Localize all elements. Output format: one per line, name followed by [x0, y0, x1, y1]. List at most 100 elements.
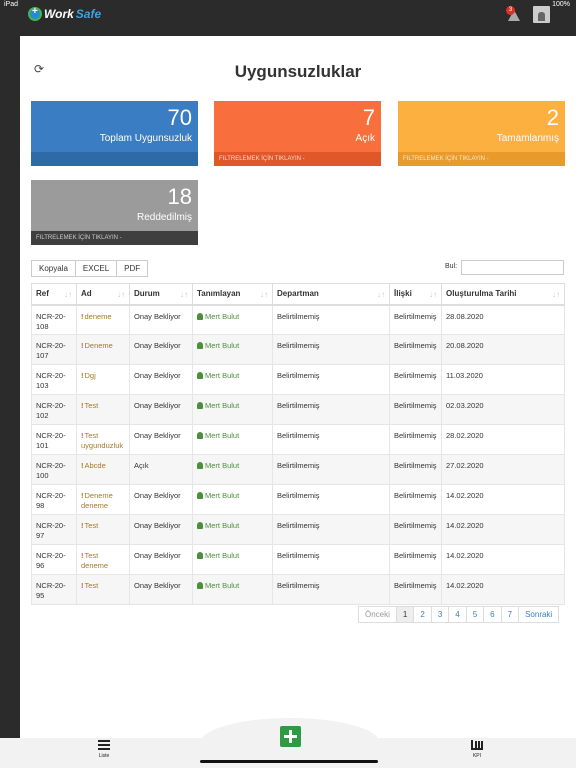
tab-liste[interactable]: Liste [94, 740, 114, 759]
excel-button[interactable]: EXCEL [74, 260, 118, 277]
cell-tanimlayan[interactable]: Mert Bulut [192, 394, 273, 425]
page-button-7[interactable]: 7 [500, 606, 520, 623]
pdf-button[interactable]: PDF [116, 260, 149, 277]
col-iliski[interactable]: İlişki ↓↑ [389, 283, 442, 306]
identifier-name[interactable]: Mert Bulut [205, 371, 239, 380]
search-input[interactable] [461, 260, 564, 275]
search-label: Bul: [445, 263, 458, 270]
add-button[interactable] [280, 726, 301, 747]
identifier-name[interactable]: Mert Bulut [205, 521, 239, 530]
cell-departman: Belirtilmemiş [272, 544, 390, 575]
card-total[interactable]: 70 Toplam Uygunsuzluk [31, 101, 198, 166]
cell-tanimlayan[interactable]: Mert Bulut [192, 364, 273, 395]
nonconformity-name[interactable]: deneme [85, 312, 112, 321]
cell-ad[interactable]: !Test [76, 514, 130, 545]
nonconformity-name[interactable]: Test uygunduzluk [81, 431, 123, 450]
cell-tanimlayan[interactable]: Mert Bulut [192, 334, 273, 365]
col-tarih[interactable]: Oluşturulma Tarihi ↓↑ [441, 283, 565, 306]
notification-button[interactable]: 3 [506, 6, 522, 22]
sort-icon: ↓↑ [552, 290, 560, 299]
nonconformity-name[interactable]: Abcde [85, 461, 106, 470]
cell-ad[interactable]: !Deneme [76, 334, 130, 365]
exclamation-icon: ! [81, 551, 84, 560]
col-ad[interactable]: Ad ↓↑ [76, 283, 130, 306]
cell-tanimlayan[interactable]: Mert Bulut [192, 574, 273, 605]
col-ref[interactable]: Ref ↓↑ [31, 283, 77, 306]
identifier-name[interactable]: Mert Bulut [205, 581, 239, 590]
table-row[interactable]: NCR-20-98 !Deneme deneme Onay Bekliyor Mert… [31, 484, 565, 515]
prev-page-button[interactable]: Önceki [358, 606, 397, 623]
cell-ref: NCR-20-97 [31, 514, 77, 545]
cell-ad[interactable]: !Deneme deneme [76, 484, 130, 515]
col-durum[interactable]: Durum ↓↑ [129, 283, 193, 306]
page-button-3[interactable]: 3 [430, 606, 450, 623]
cell-tarih: 02.03.2020 [441, 394, 565, 425]
status-battery: 100% [552, 1, 570, 8]
user-icon [197, 312, 203, 320]
cell-departman: Belirtilmemiş [272, 334, 390, 365]
cell-tanimlayan[interactable]: Mert Bulut [192, 304, 273, 335]
cell-tanimlayan[interactable]: Mert Bulut [192, 484, 273, 515]
cell-durum: Onay Bekliyor [129, 304, 193, 335]
nonconformity-name[interactable]: Test [85, 521, 99, 530]
table-row[interactable]: NCR-20-100 !Abcde Açık Mert Bulut Belirtilme… [31, 454, 565, 485]
identifier-name[interactable]: Mert Bulut [205, 401, 239, 410]
nonconformity-name[interactable]: Dgj [85, 371, 96, 380]
identifier-name[interactable]: Mert Bulut [205, 551, 239, 560]
tab-kpi-label: KPI [472, 753, 482, 759]
cell-durum: Onay Bekliyor [129, 394, 193, 425]
cell-tanimlayan[interactable]: Mert Bulut [192, 454, 273, 485]
identifier-name[interactable]: Mert Bulut [205, 491, 239, 500]
next-page-button[interactable]: Sonraki [518, 606, 560, 623]
table-row[interactable]: NCR-20-97 !Test Onay Bekliyor Mert Bulut Bel… [31, 514, 565, 545]
user-icon [197, 462, 203, 469]
list-icon [98, 740, 110, 750]
table-row[interactable]: NCR-20-96 !Test deneme Onay Bekliyor Mert B… [31, 544, 565, 575]
page-button-4[interactable]: 4 [448, 606, 467, 623]
card-total-label: Toplam Uygunsuzluk [99, 133, 192, 144]
col-tanimlayan[interactable]: Tanımlayan ↓↑ [192, 283, 273, 306]
page-button-1[interactable]: 1 [395, 606, 415, 623]
identifier-name[interactable]: Mert Bulut [205, 431, 239, 440]
user-icon [197, 492, 203, 499]
card-open-value: 7 [362, 105, 375, 130]
identifier-name[interactable]: Mert Bulut [205, 461, 239, 470]
nonconformity-name[interactable]: Test [85, 401, 99, 410]
copy-button[interactable]: Kopyala [31, 260, 76, 277]
page-button-2[interactable]: 2 [413, 606, 432, 623]
page-button-5[interactable]: 5 [465, 606, 485, 623]
table-row[interactable]: NCR-20-101 !Test uygunduzluk Onay Bekliyor… [31, 424, 565, 455]
cell-ad[interactable]: !Test deneme [76, 544, 130, 575]
table-row[interactable]: NCR-20-107 !Deneme Onay Bekliyor Mert Bulut… [31, 334, 565, 365]
table-row[interactable]: NCR-20-108 !deneme Onay Bekliyor Mert Bulut… [31, 304, 565, 335]
user-icon [197, 402, 203, 409]
cell-tanimlayan[interactable]: Mert Bulut [192, 514, 273, 545]
page-button-6[interactable]: 6 [483, 606, 502, 623]
cell-ad[interactable]: !deneme [76, 304, 130, 335]
cell-durum: Onay Bekliyor [129, 544, 193, 575]
cell-ad[interactable]: !Dgj [76, 364, 130, 395]
col-departman[interactable]: Departman ↓↑ [272, 283, 390, 306]
nonconformity-name[interactable]: Deneme deneme [81, 491, 113, 510]
nonconformity-name[interactable]: Test deneme [81, 551, 108, 570]
cell-tanimlayan[interactable]: Mert Bulut [192, 544, 273, 575]
cell-tarih: 28.08.2020 [441, 304, 565, 335]
cell-ad[interactable]: !Test [76, 394, 130, 425]
nonconformity-name[interactable]: Test [85, 581, 99, 590]
card-completed[interactable]: 2 Tamamlanmış FILTRELEMEK İÇİN TIKLAYIN … [398, 101, 565, 166]
nonconformity-name[interactable]: Deneme [85, 341, 113, 350]
cell-ad[interactable]: !Test [76, 574, 130, 605]
cell-ad[interactable]: !Test uygunduzluk [76, 424, 130, 455]
exclamation-icon: ! [81, 431, 84, 440]
card-rejected[interactable]: 18 Reddedilmiş FILTRELEMEK İÇİN TIKLAYIN… [31, 180, 198, 245]
table-row[interactable]: NCR-20-102 !Test Onay Bekliyor Mert Bulut Be… [31, 394, 565, 425]
cell-tanimlayan[interactable]: Mert Bulut [192, 424, 273, 455]
table-row[interactable]: NCR-20-103 !Dgj Onay Bekliyor Mert Bulut Bel… [31, 364, 565, 395]
card-open[interactable]: 7 Açık FILTRELEMEK İÇİN TIKLAYIN - [214, 101, 381, 166]
identifier-name[interactable]: Mert Bulut [205, 312, 239, 321]
cell-ad[interactable]: !Abcde [76, 454, 130, 485]
cell-tarih: 27.02.2020 [441, 454, 565, 485]
table-row[interactable]: NCR-20-95 !Test Onay Bekliyor Mert Bulut Bel… [31, 574, 565, 605]
identifier-name[interactable]: Mert Bulut [205, 341, 239, 350]
tab-kpi[interactable]: KPI [467, 740, 487, 759]
